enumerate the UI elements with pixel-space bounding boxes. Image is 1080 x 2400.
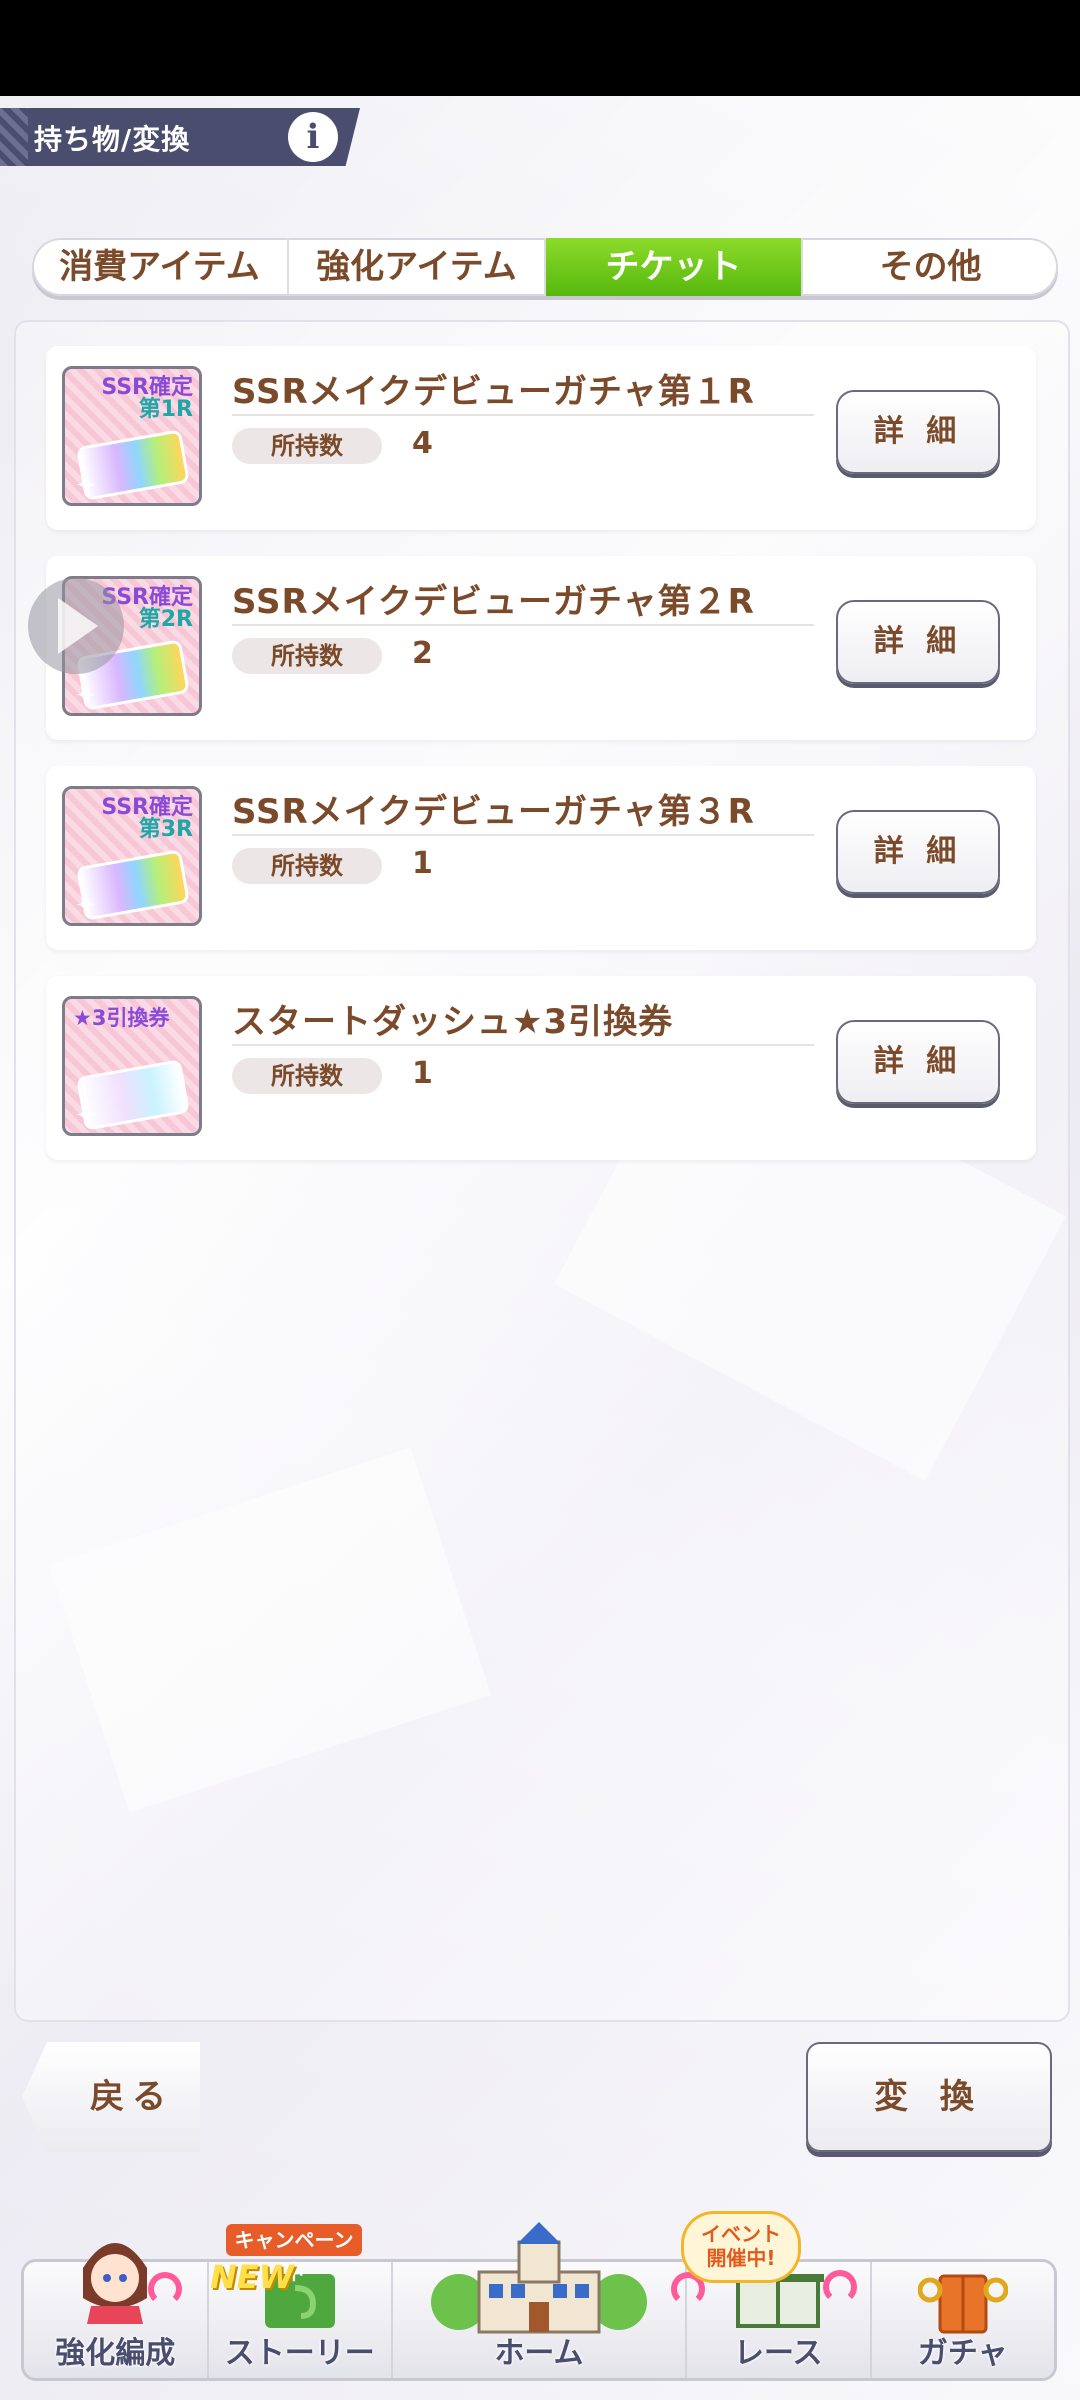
header-stripes <box>0 108 28 166</box>
item-name: SSRメイクデビューガチャ第３R <box>232 792 755 832</box>
list-item: SSR確定 第3R ✦ SSRメイクデビューガチャ第３R 所持数 1 詳 細 <box>46 766 1036 950</box>
back-button[interactable]: 戻る <box>64 2042 200 2152</box>
gacha-gate-icon <box>917 2270 1009 2334</box>
sparkle-icon: ✦ <box>75 1101 97 1131</box>
divider <box>232 624 814 626</box>
tab-enhancement-items[interactable]: 強化アイテム <box>289 238 546 296</box>
divider <box>232 414 814 416</box>
quantity-value: 1 <box>412 1056 433 1091</box>
quantity-value: 2 <box>412 636 433 671</box>
divider <box>232 834 814 836</box>
event-badge-line1: イベント <box>701 2222 781 2246</box>
event-badge: イベント 開催中! <box>684 2214 798 2280</box>
list-item: SSR確定 第2R ✦ SSRメイクデビューガチャ第２R 所持数 2 詳 細 <box>46 556 1036 740</box>
nav-label: レース <box>734 2336 823 2371</box>
quantity-value: 4 <box>412 426 433 461</box>
divider <box>232 1044 814 1046</box>
new-badge: NEW <box>210 2258 294 2296</box>
ticket-icon-round: 第1R <box>138 397 193 422</box>
category-tabs: 消費アイテム 強化アイテム チケット その他 <box>32 238 1058 296</box>
play-icon <box>58 598 98 654</box>
quantity-label: 所持数 <box>232 1058 382 1094</box>
horseshoe-icon <box>823 2270 857 2304</box>
tab-other[interactable]: その他 <box>803 238 1058 296</box>
quantity-label: 所持数 <box>232 638 382 674</box>
campaign-badge: キャンペーン中 <box>226 2224 362 2284</box>
ticket-icon: SSR確定 第1R ✦ <box>62 366 202 506</box>
character-avatar <box>73 2228 157 2324</box>
ticket-icon-label: SSR確定 <box>101 795 193 820</box>
sparkle-icon: ✦ <box>75 891 97 921</box>
nav-item-gacha[interactable]: ガチャ <box>872 2262 1055 2378</box>
school-building-icon <box>429 2222 649 2342</box>
nav-label: ホーム <box>494 2336 584 2371</box>
list-item: ★3引換券 ✦ スタートダッシュ★3引換券 所持数 1 詳 細 <box>46 976 1036 1160</box>
page-title: 持ち物/変換 <box>34 123 191 156</box>
quantity-value: 1 <box>412 846 433 881</box>
sparkle-icon: ✦ <box>75 681 97 711</box>
event-badge-line2: 開催中! <box>706 2246 776 2270</box>
info-icon[interactable]: i <box>288 112 338 162</box>
nav-label: 強化編成 <box>55 2336 176 2371</box>
nav-label: ガチャ <box>917 2336 1008 2371</box>
list-item: SSR確定 第1R ✦ SSRメイクデビューガチャ第１R 所持数 4 詳 細 <box>46 346 1036 530</box>
tab-consumables[interactable]: 消費アイテム <box>32 238 289 296</box>
ticket-icon-label: SSR確定 <box>101 375 193 400</box>
ticket-icon: ★3引換券 ✦ <box>62 996 202 1136</box>
nav-item-home[interactable]: ホーム <box>393 2222 705 2378</box>
item-name: スタートダッシュ★3引換券 <box>232 1002 674 1042</box>
horseshoe-icon <box>148 2272 182 2306</box>
detail-button[interactable]: 詳 細 <box>836 1020 1000 1104</box>
nav-label: ストーリー <box>224 2336 375 2371</box>
item-name: SSRメイクデビューガチャ第１R <box>232 372 755 412</box>
nav-item-enhance[interactable]: 強化編成 <box>24 2243 209 2378</box>
ticket-icon: SSR確定 第3R ✦ <box>62 786 202 926</box>
detail-button[interactable]: 詳 細 <box>836 390 1000 474</box>
detail-button[interactable]: 詳 細 <box>836 810 1000 894</box>
sparkle-icon: ✦ <box>75 471 97 501</box>
tab-tickets[interactable]: チケット <box>546 238 803 296</box>
ticket-icon-round: 第3R <box>138 817 193 842</box>
ticket-icon-label: ★3引換券 <box>73 1006 170 1030</box>
quantity-label: 所持数 <box>232 848 382 884</box>
quantity-label: 所持数 <box>232 428 382 464</box>
detail-button[interactable]: 詳 細 <box>836 600 1000 684</box>
convert-button[interactable]: 変 換 <box>806 2042 1052 2152</box>
status-bar <box>0 0 1080 96</box>
item-name: SSRメイクデビューガチャ第２R <box>232 582 755 622</box>
bottom-nav: 強化編成 ストーリー ホーム レース ガチャ <box>24 2222 1055 2378</box>
